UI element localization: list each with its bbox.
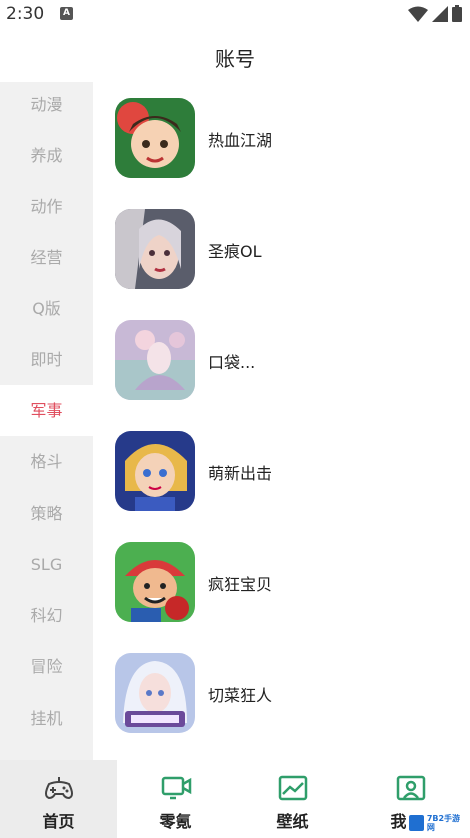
sidebar-item-military[interactable]: 军事 <box>0 385 93 436</box>
signal-icon <box>432 5 448 22</box>
game-name: 切菜狂人 <box>208 686 273 705</box>
notification-badge: A <box>60 7 73 20</box>
hero-girl-icon[interactable] <box>115 98 195 178</box>
sidebar-item-idle[interactable]: 挂机 <box>0 693 93 744</box>
wifi-icon <box>408 6 428 22</box>
sidebar-item-management[interactable]: 经营 <box>0 232 93 283</box>
sidebar-item-anime[interactable]: 动漫 <box>0 79 93 130</box>
cap-boy-icon[interactable] <box>115 542 195 622</box>
gamepad-icon <box>44 777 73 800</box>
game-name: 口袋... <box>208 353 256 372</box>
elf-warrior-icon[interactable] <box>115 209 195 289</box>
watermark-text: 7B2手游网 <box>426 814 461 832</box>
bottom-tab-bar: 首页 零氪 壁纸 我 7B2手游网 <box>0 760 470 838</box>
status-bar: 2:30 A <box>0 0 470 30</box>
sidebar-item-strategy[interactable]: 策略 <box>0 488 93 539</box>
tab-wallpaper[interactable]: 壁纸 <box>234 760 351 838</box>
sidebar-item-realtime[interactable]: 即时 <box>0 334 93 385</box>
game-row[interactable]: 疯狂宝贝 <box>93 526 470 626</box>
game-row[interactable]: 圣痕OL <box>93 193 470 293</box>
category-sidebar: 动漫 养成 动作 经营 Q版 即时 军事 格斗 策略 SLG 科幻 冒险 挂机 <box>0 82 93 760</box>
game-row[interactable]: 萌新出击 <box>93 415 470 515</box>
video-icon <box>161 776 191 800</box>
game-name: 萌新出击 <box>208 464 273 483</box>
game-name: 疯狂宝贝 <box>208 575 273 594</box>
game-row[interactable]: 切菜狂人 <box>93 637 470 737</box>
tab-label: 零氪 <box>159 812 192 831</box>
header: 账号 <box>0 30 470 82</box>
page-title: 账号 <box>215 47 255 71</box>
game-name: 圣痕OL <box>208 242 262 261</box>
game-row[interactable]: 口袋... <box>93 304 470 404</box>
sidebar-item-raising[interactable]: 养成 <box>0 130 93 181</box>
game-name: 热血江湖 <box>208 131 273 150</box>
blonde-hero-icon[interactable] <box>115 431 195 511</box>
tab-zero-krypton[interactable]: 零氪 <box>117 760 234 838</box>
watermark-logo <box>409 815 424 831</box>
sidebar-item-adventure[interactable]: 冒险 <box>0 641 93 692</box>
sidebar-item-slg[interactable]: SLG <box>0 539 93 590</box>
profile-icon <box>396 775 425 801</box>
fairy-icon[interactable] <box>115 320 195 400</box>
sidebar-item-scifi[interactable]: 科幻 <box>0 590 93 641</box>
game-row[interactable]: 热血江湖 <box>93 82 470 182</box>
image-icon <box>278 775 307 801</box>
sidebar-item-fighting[interactable]: 格斗 <box>0 436 93 487</box>
status-icons <box>408 5 462 22</box>
tab-label: 首页 <box>42 812 75 831</box>
sidebar-item-action[interactable]: 动作 <box>0 181 93 232</box>
site-watermark: 7B2手游网 <box>406 812 468 834</box>
game-list: 热血江湖 圣痕OL 口袋... 萌新出击 疯狂宝贝 切菜狂人 <box>93 82 470 760</box>
tab-label: 壁纸 <box>276 812 309 831</box>
sidebar-item-chibi[interactable]: Q版 <box>0 283 93 334</box>
tab-home[interactable]: 首页 <box>0 760 117 838</box>
battery-icon <box>452 5 462 22</box>
white-hair-girl-icon[interactable] <box>115 653 195 733</box>
status-time: 2:30 <box>6 4 45 24</box>
